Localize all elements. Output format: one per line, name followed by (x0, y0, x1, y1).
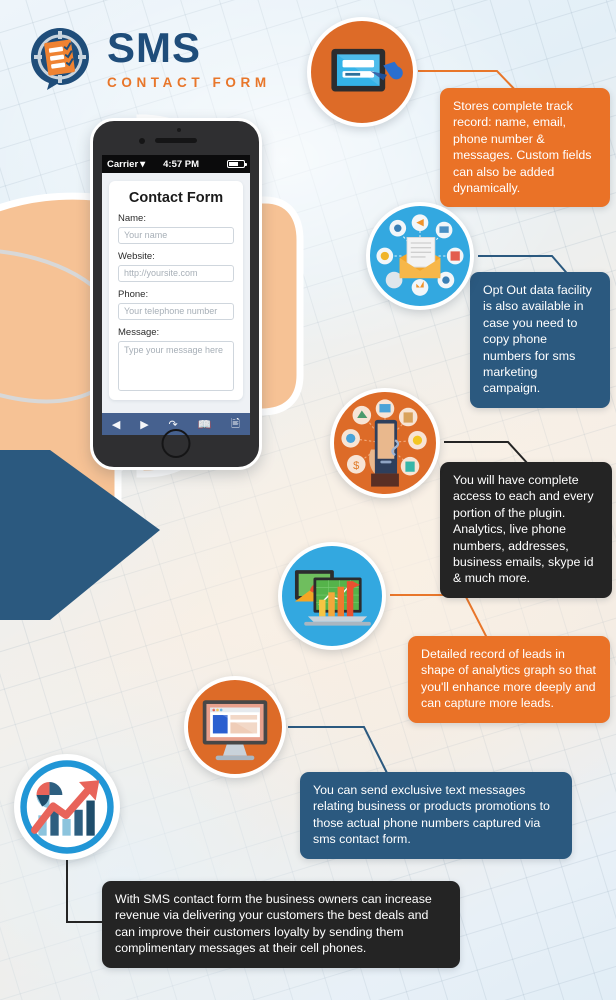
phone-screen: Carrier ▾ 4:57 PM Contact Form Name: You… (102, 155, 250, 435)
play-icon[interactable]: ▶ (140, 418, 148, 431)
phone-speaker (155, 138, 197, 143)
step-5-callout: You can send exclusive text messages rel… (300, 772, 572, 859)
clock-label: 4:57 PM (163, 158, 200, 170)
step-1-callout: Stores complete track record: name, emai… (440, 88, 610, 208)
step-6-text: With SMS contact form the business owner… (115, 892, 432, 956)
page-icon[interactable]: 🖹 (231, 415, 240, 434)
sms-target-clipboard-icon (31, 28, 89, 90)
home-button[interactable] (161, 429, 191, 458)
name-input[interactable]: Your name (118, 227, 234, 244)
phone-sensor-dot (177, 128, 181, 132)
message-textarea[interactable]: Type your message here (118, 341, 234, 391)
phone-input[interactable]: Your telephone number (118, 303, 234, 320)
contact-form-title: Contact Form (128, 190, 224, 206)
message-field-label: Message: (118, 327, 160, 338)
desktop-monitor-webpage-icon (202, 700, 268, 761)
page-subtitle: CONTACT FORM (107, 74, 271, 90)
tablet-form-signup-icon (331, 48, 403, 92)
step-5-icon-badge (184, 676, 286, 778)
step-2-callout: Opt Out data facility is also available … (470, 272, 610, 408)
carrier-label: Carrier (107, 158, 139, 170)
step-6-callout: With SMS contact form the business owner… (102, 881, 460, 968)
status-bar: Carrier ▾ 4:57 PM (102, 155, 250, 173)
contact-form-card: Contact Form Name: Your name Website: ht… (109, 181, 243, 400)
step-4-callout: Detailed record of leads in shape of ana… (408, 636, 610, 723)
page-title: SMS (107, 23, 202, 71)
mobile-hand-apps-icon: $ (341, 399, 427, 487)
step-3-icon-badge: $ (330, 388, 440, 498)
step-2-icon-badge (366, 202, 474, 310)
step-1-text: Stores complete track record: name, emai… (453, 99, 592, 196)
book-icon[interactable]: 📖 (198, 418, 212, 431)
step-3-callout: You will have complete access to each an… (440, 462, 612, 598)
brand-logo: SMS CONTACT FORM (27, 24, 271, 92)
step-5-text: You can send exclusive text messages rel… (313, 783, 550, 847)
name-field-label: Name: (118, 213, 146, 224)
growth-bar-chart-arrow-icon (20, 760, 114, 854)
step-2-text: Opt Out data facility is also available … (483, 283, 592, 396)
infographic-canvas: SMS CONTACT FORM Carrier ▾ 4:57 PM Conta… (0, 0, 616, 1000)
step-3-text: You will have complete access to each an… (453, 473, 594, 586)
website-input[interactable]: http://yoursite.com (118, 265, 234, 282)
email-network-envelope-icon (376, 214, 464, 296)
website-field-label: Website: (118, 251, 155, 262)
step-4-icon-badge (278, 542, 386, 650)
svg-text:$: $ (353, 460, 359, 472)
phone-camera-icon (139, 138, 145, 144)
phone-field-label: Phone: (118, 289, 149, 300)
step-6-icon-badge (14, 754, 120, 860)
laptop-analytics-chart-icon (294, 570, 371, 626)
step-4-text: Detailed record of leads in shape of ana… (421, 647, 596, 711)
back-icon[interactable]: ◀ (112, 418, 120, 431)
battery-icon (227, 159, 247, 169)
smartphone-mockup: Carrier ▾ 4:57 PM Contact Form Name: You… (90, 118, 262, 470)
step-1-icon-badge (307, 17, 417, 127)
